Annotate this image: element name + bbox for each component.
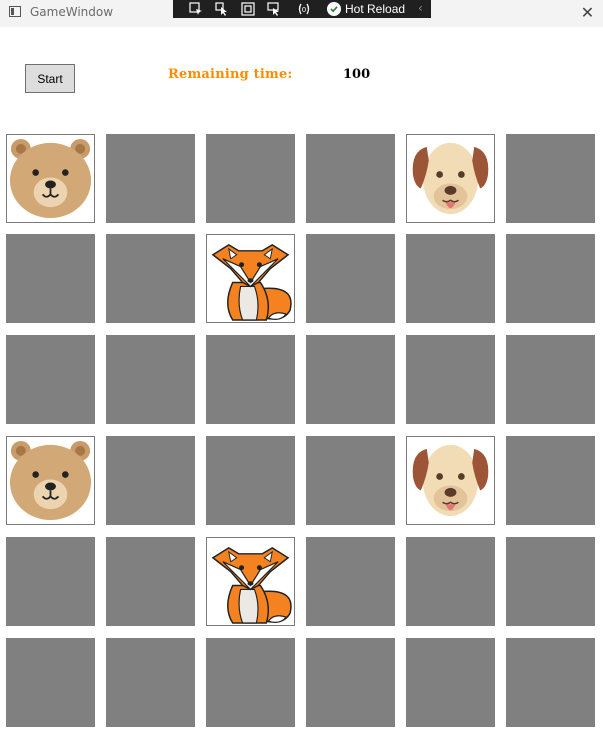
card-tile-hidden[interactable] [306, 638, 395, 727]
card-tile-hidden[interactable] [6, 335, 95, 424]
layout-adorner-icon[interactable] [241, 2, 255, 16]
card-tile-hidden[interactable] [506, 335, 595, 424]
card-tile-hidden[interactable] [306, 234, 395, 323]
card-tile-hidden[interactable] [106, 638, 195, 727]
fox-icon [211, 244, 292, 321]
svg-text:0: 0 [302, 6, 306, 14]
window-title: GameWindow [30, 5, 114, 19]
card-tile-hidden[interactable] [6, 537, 95, 626]
card-tile-hidden[interactable] [106, 134, 195, 223]
card-tile-fox[interactable] [206, 537, 295, 626]
check-circle-icon [327, 2, 341, 16]
card-tile-hidden[interactable] [6, 234, 95, 323]
close-button[interactable]: ✕ [572, 0, 603, 27]
xaml-debug-toolbar: 0 Hot Reload ‹ [173, 0, 431, 18]
start-button[interactable]: Start [25, 64, 75, 93]
card-tile-hidden[interactable] [506, 134, 595, 223]
remaining-time-label: Remaining time: [168, 67, 293, 82]
card-tile-hidden[interactable] [106, 335, 195, 424]
card-tile-hidden[interactable] [406, 638, 495, 727]
card-tile-hidden[interactable] [206, 134, 295, 223]
track-focus-icon[interactable] [267, 2, 281, 16]
card-tile-bear[interactable] [6, 134, 95, 223]
card-tile-bear[interactable] [6, 436, 95, 525]
card-tile-hidden[interactable] [206, 335, 295, 424]
card-tile-hidden[interactable] [306, 537, 395, 626]
card-tile-dog[interactable] [406, 134, 495, 223]
remaining-time-value: 100 [343, 67, 371, 82]
fox-icon [211, 547, 292, 624]
bear-icon [9, 138, 92, 219]
card-tile-hidden[interactable] [406, 537, 495, 626]
card-tile-hidden[interactable] [106, 537, 195, 626]
card-tile-hidden[interactable] [206, 638, 295, 727]
app-window-icon [9, 6, 21, 17]
hot-reload-label: Hot Reload [345, 2, 406, 16]
card-tile-hidden[interactable] [6, 638, 95, 727]
select-element-icon[interactable] [189, 2, 203, 16]
card-tile-hidden[interactable] [206, 436, 295, 525]
chevron-left-icon[interactable]: ‹ [418, 1, 423, 15]
binding-failures-icon[interactable]: 0 [297, 2, 311, 16]
card-tile-hidden[interactable] [406, 234, 495, 323]
card-tile-hidden[interactable] [506, 436, 595, 525]
dog-icon [412, 444, 489, 517]
card-tile-hidden[interactable] [106, 436, 195, 525]
card-tile-hidden[interactable] [306, 134, 395, 223]
card-tile-hidden[interactable] [506, 537, 595, 626]
card-tile-hidden[interactable] [306, 436, 395, 525]
pointer-icon[interactable] [215, 2, 229, 16]
card-tile-fox[interactable] [206, 234, 295, 323]
card-tile-hidden[interactable] [506, 234, 595, 323]
bear-icon [9, 440, 92, 521]
card-tile-hidden[interactable] [106, 234, 195, 323]
hot-reload-button[interactable]: Hot Reload [327, 0, 405, 18]
dog-icon [412, 142, 489, 215]
card-tile-hidden[interactable] [306, 335, 395, 424]
card-tile-hidden[interactable] [406, 335, 495, 424]
card-tile-hidden[interactable] [506, 638, 595, 727]
card-tile-dog[interactable] [406, 436, 495, 525]
